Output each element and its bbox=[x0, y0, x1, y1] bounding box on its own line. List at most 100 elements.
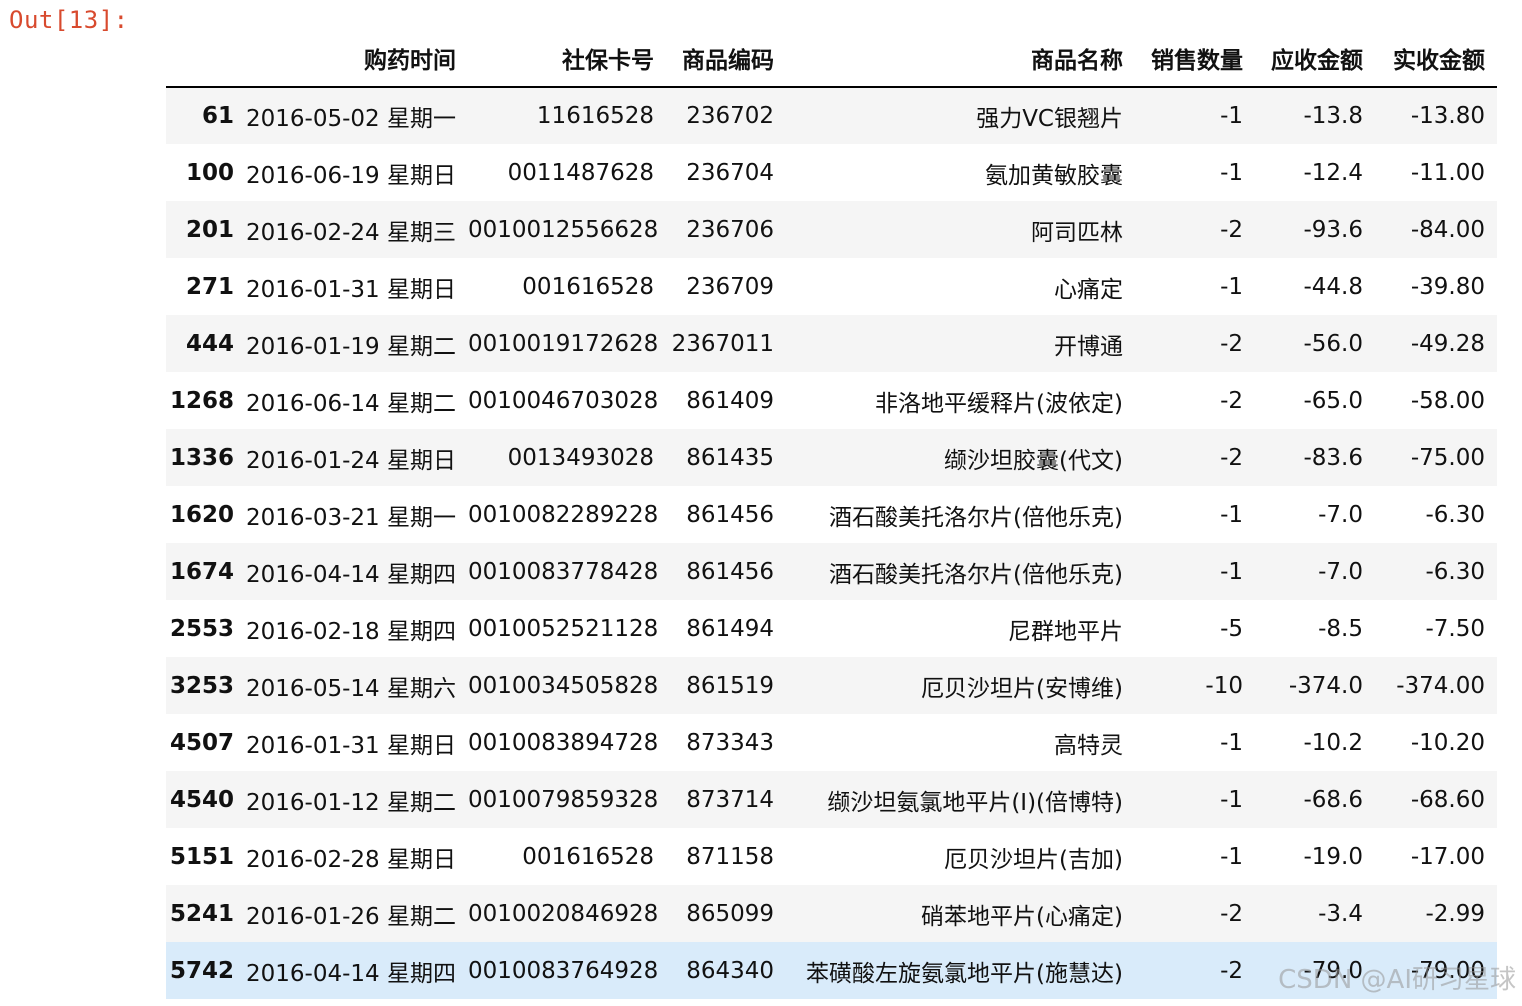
column-header-sales-quantity: 销售数量 bbox=[1135, 29, 1255, 88]
cell-social-security-card: 0010082289228 bbox=[468, 501, 659, 528]
cell-social-security-card: 0010079859328 bbox=[468, 786, 659, 813]
cell-product-code: 873714 bbox=[686, 786, 774, 813]
cell-amount-received: -84.00 bbox=[1410, 216, 1485, 243]
cell-product-code: 236706 bbox=[686, 216, 774, 243]
cell-social-security-card: 0011487628 bbox=[507, 159, 654, 186]
cell-purchase-time: 2016-01-31 星期日 bbox=[246, 732, 456, 759]
cell-amount-receivable: -65.0 bbox=[1303, 387, 1363, 414]
cell-purchase-time: 2016-03-21 星期一 bbox=[246, 504, 456, 531]
output-prompt: Out[13]: bbox=[9, 6, 129, 34]
cell-amount-receivable: -68.6 bbox=[1303, 786, 1363, 813]
table-row: 5241 2016-01-26 星期二 0010020846928 865099 硝苯地… bbox=[166, 885, 1497, 942]
column-header-social-security-card: 社保卡号 bbox=[468, 29, 666, 88]
cell-amount-receivable: -7.0 bbox=[1318, 501, 1363, 528]
cell-amount-received: -11.00 bbox=[1410, 159, 1485, 186]
index-header bbox=[166, 29, 246, 88]
row-index: 2553 bbox=[169, 615, 234, 642]
table-row: 2553 2016-02-18 星期四 0010052521128 861494 尼群地… bbox=[166, 600, 1497, 657]
cell-purchase-time: 2016-01-24 星期日 bbox=[246, 447, 456, 474]
cell-purchase-time: 2016-05-14 星期六 bbox=[246, 675, 456, 702]
cell-product-code: 865099 bbox=[686, 900, 774, 927]
cell-product-name: 苯磺酸左旋氨氯地平片(施慧达) bbox=[806, 960, 1123, 987]
table-row: 100 2016-06-19 星期日 0011487628 236704 氨加黄敏胶囊 -… bbox=[166, 144, 1497, 201]
table-row: 1674 2016-04-14 星期四 0010083778428 861456 酒石酸… bbox=[166, 543, 1497, 600]
row-index: 4540 bbox=[169, 786, 234, 813]
cell-product-name: 氨加黄敏胶囊 bbox=[985, 162, 1123, 189]
table-row: 444 2016-01-19 星期二 0010019172628 2367011 开博通… bbox=[166, 315, 1497, 372]
cell-amount-received: -374.00 bbox=[1396, 672, 1485, 699]
cell-product-name: 非洛地平缓释片(波依定) bbox=[875, 390, 1123, 417]
cell-amount-receivable: -10.2 bbox=[1303, 729, 1363, 756]
cell-product-code: 861435 bbox=[686, 444, 774, 471]
table-row: 1336 2016-01-24 星期日 0013493028 861435 缬沙坦胶囊(… bbox=[166, 429, 1497, 486]
cell-social-security-card: 0010046703028 bbox=[468, 387, 659, 414]
cell-amount-receivable: -3.4 bbox=[1318, 900, 1363, 927]
cell-sales-quantity: -1 bbox=[1220, 501, 1243, 528]
cell-product-name: 心痛定 bbox=[1054, 276, 1123, 303]
column-header-amount-received: 实收金额 bbox=[1375, 29, 1497, 88]
cell-sales-quantity: -1 bbox=[1220, 273, 1243, 300]
cell-amount-receivable: -12.4 bbox=[1303, 159, 1363, 186]
cell-purchase-time: 2016-05-02 星期一 bbox=[246, 106, 456, 132]
cell-sales-quantity: -1 bbox=[1220, 103, 1243, 129]
cell-product-code: 236709 bbox=[686, 273, 774, 300]
cell-amount-received: -58.00 bbox=[1410, 387, 1485, 414]
cell-amount-received: -39.80 bbox=[1410, 273, 1485, 300]
cell-sales-quantity: -1 bbox=[1220, 729, 1243, 756]
cell-product-code: 861456 bbox=[686, 558, 774, 585]
table-row: 1620 2016-03-21 星期一 0010082289228 861456 酒石酸… bbox=[166, 486, 1497, 543]
cell-amount-received: -75.00 bbox=[1410, 444, 1485, 471]
row-index: 61 bbox=[201, 103, 234, 129]
cell-product-code: 861409 bbox=[686, 387, 774, 414]
cell-sales-quantity: -2 bbox=[1220, 387, 1243, 414]
cell-purchase-time: 2016-06-19 星期日 bbox=[246, 162, 456, 189]
cell-social-security-card: 0013493028 bbox=[507, 444, 654, 471]
cell-product-name: 阿司匹林 bbox=[1031, 219, 1123, 246]
cell-product-name: 硝苯地平片(心痛定) bbox=[921, 903, 1123, 930]
row-index: 4507 bbox=[169, 729, 234, 756]
cell-amount-receivable: -19.0 bbox=[1303, 843, 1363, 870]
cell-amount-receivable: -7.0 bbox=[1318, 558, 1363, 585]
cell-sales-quantity: -5 bbox=[1220, 615, 1243, 642]
cell-product-name: 高特灵 bbox=[1054, 732, 1123, 759]
cell-amount-received: -68.60 bbox=[1410, 786, 1485, 813]
cell-purchase-time: 2016-04-14 星期四 bbox=[246, 561, 456, 588]
column-header-product-name: 商品名称 bbox=[786, 29, 1135, 88]
cell-amount-received: -6.30 bbox=[1425, 501, 1485, 528]
cell-social-security-card: 0010020846928 bbox=[468, 900, 659, 927]
cell-product-code: 236702 bbox=[686, 103, 774, 129]
cell-product-code: 864340 bbox=[686, 957, 774, 984]
cell-amount-received: -10.20 bbox=[1410, 729, 1485, 756]
cell-amount-received: -7.50 bbox=[1425, 615, 1485, 642]
header-row: 购药时间 社保卡号 商品编码 商品名称 销售数量 应收金额 实收金额 bbox=[166, 29, 1497, 88]
cell-product-name: 缬沙坦胶囊(代文) bbox=[944, 447, 1123, 474]
cell-product-name: 厄贝沙坦片(吉加) bbox=[944, 846, 1123, 873]
cell-purchase-time: 2016-01-26 星期二 bbox=[246, 903, 456, 930]
cell-product-code: 236704 bbox=[686, 159, 774, 186]
cell-purchase-time: 2016-02-24 星期三 bbox=[246, 219, 456, 246]
cell-amount-receivable: -93.6 bbox=[1303, 216, 1363, 243]
cell-product-code: 861494 bbox=[686, 615, 774, 642]
cell-purchase-time: 2016-04-14 星期四 bbox=[246, 960, 456, 987]
cell-product-code: 861456 bbox=[686, 501, 774, 528]
cell-social-security-card: 001616528 bbox=[522, 843, 654, 870]
table-body: 61 2016-05-02 星期一 11616528 236702 强力VC银翘片 -1 -… bbox=[166, 87, 1497, 999]
cell-sales-quantity: -2 bbox=[1220, 330, 1243, 357]
column-header-amount-receivable: 应收金额 bbox=[1255, 29, 1375, 88]
cell-social-security-card: 0010083894728 bbox=[468, 729, 659, 756]
cell-product-code: 2367011 bbox=[671, 330, 774, 357]
table-row: 3253 2016-05-14 星期六 0010034505828 861519 厄贝沙… bbox=[166, 657, 1497, 714]
cell-product-name: 缬沙坦氨氯地平片(I)(倍博特) bbox=[827, 789, 1123, 816]
cell-sales-quantity: -2 bbox=[1220, 900, 1243, 927]
table-row: 4507 2016-01-31 星期日 0010083894728 873343 高特灵… bbox=[166, 714, 1497, 771]
cell-product-name: 尼群地平片 bbox=[1008, 618, 1123, 645]
cell-amount-received: -49.28 bbox=[1410, 330, 1485, 357]
column-header-product-code: 商品编码 bbox=[666, 29, 786, 88]
cell-product-name: 开博通 bbox=[1054, 333, 1123, 360]
row-index: 5151 bbox=[169, 843, 234, 870]
cell-product-name: 酒石酸美托洛尔片(倍他乐克) bbox=[829, 561, 1123, 588]
cell-product-code: 871158 bbox=[686, 843, 774, 870]
cell-social-security-card: 0010083764928 bbox=[468, 957, 659, 984]
cell-sales-quantity: -2 bbox=[1220, 957, 1243, 984]
row-index: 5241 bbox=[169, 900, 234, 927]
